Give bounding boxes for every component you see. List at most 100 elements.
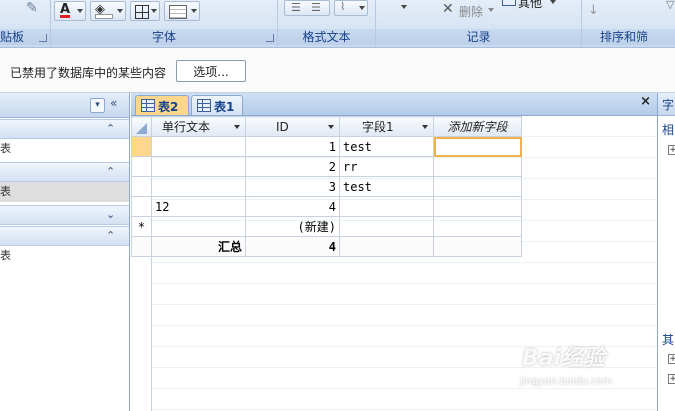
nav-group-header[interactable]: ⌄ <box>0 205 129 225</box>
tab-table1[interactable]: 表1 <box>191 95 243 115</box>
cell-id[interactable]: 1 <box>245 136 340 157</box>
record-selector[interactable] <box>131 156 152 177</box>
font-color-button[interactable]: A <box>54 1 86 21</box>
nav-collapse-icon[interactable]: « <box>110 96 117 110</box>
cell-add-field[interactable] <box>433 196 522 217</box>
highlight-button[interactable]: ⌇ <box>334 0 368 16</box>
cell-add-field[interactable] <box>433 176 522 197</box>
totals-cell[interactable] <box>339 236 434 257</box>
ribbon: ✎ 贴板 A ◈ 字体 ☰ ☰ ⌇ 格式文本 ✕ 删除 其他 记录 ↓ ▽ 排序… <box>0 0 675 48</box>
format-painter-icon[interactable]: ✎ <box>26 0 38 16</box>
field-list-title: 字 <box>662 98 675 112</box>
nav-item-table[interactable]: 表 <box>0 139 129 159</box>
column-header-add-new-field[interactable]: 添加新字段 <box>433 116 522 137</box>
table-icon <box>141 99 155 112</box>
select-all-icon <box>136 122 147 134</box>
close-document-icon[interactable]: × <box>640 94 651 109</box>
record-selector[interactable] <box>131 136 152 157</box>
baidu-watermark: Bai经验 jingyan.baidu.com <box>502 338 672 400</box>
table-row[interactable]: 12 4 <box>131 196 522 217</box>
other-label: 其他 <box>518 0 543 10</box>
cell-single-line-text[interactable] <box>151 216 246 237</box>
list-icon: ☰ <box>311 1 321 14</box>
chevron-down-icon <box>77 9 83 13</box>
column-header-id[interactable]: ID <box>245 116 340 137</box>
new-record-row[interactable]: * (新建) <box>131 216 522 237</box>
cell-id[interactable]: 2 <box>245 156 340 177</box>
cell-add-field[interactable] <box>433 156 522 177</box>
totals-id-count[interactable]: 4 <box>245 236 340 257</box>
highlight-icon: ⌇ <box>340 0 346 13</box>
cell-field1[interactable]: test <box>339 176 434 197</box>
font-launcher-icon[interactable] <box>266 34 274 42</box>
cell-field1[interactable] <box>339 196 434 217</box>
nav-item-label: 表 <box>0 185 11 198</box>
table-row[interactable]: 3 test <box>131 176 522 197</box>
rich-text-group: ☰ ☰ ⌇ 格式文本 <box>278 0 376 47</box>
table-row[interactable]: 1 test <box>131 136 522 157</box>
filter-icon[interactable]: ▽ <box>666 0 674 11</box>
clipboard-launcher-icon[interactable] <box>39 34 47 42</box>
new-record-marker[interactable]: * <box>131 216 152 237</box>
record-selector[interactable] <box>131 176 152 197</box>
cell-single-line-text[interactable]: 12 <box>151 196 246 217</box>
delete-x-icon: ✕ <box>442 1 454 17</box>
nav-item-table-selected[interactable]: 表 <box>0 182 129 202</box>
related-tables-label: 相 <box>662 123 675 137</box>
expand-down-icon: ⌄ <box>106 208 116 221</box>
nav-pane-header: ▾ « <box>0 93 129 118</box>
column-header-field1[interactable]: 字段1 <box>339 116 434 137</box>
totals-row[interactable]: 汇总 4 <box>131 236 522 257</box>
font-group: A ◈ 字体 <box>51 0 278 47</box>
fill-color-button[interactable]: ◈ <box>90 1 126 21</box>
totals-cell[interactable] <box>433 236 522 257</box>
gridlines-button[interactable] <box>130 1 160 21</box>
collapse-up-icon: ⌃ <box>106 165 116 178</box>
fill-color-swatch <box>95 14 113 19</box>
table-icon <box>502 0 516 6</box>
record-selector[interactable] <box>131 196 152 217</box>
records-group: ✕ 删除 其他 记录 <box>376 0 582 47</box>
alternate-row-color-button[interactable] <box>164 1 200 21</box>
nav-group-header[interactable]: ⌃ <box>0 119 129 139</box>
header-row: 单行文本 ID 字段1 添加新字段 <box>131 116 522 137</box>
chevron-down-icon[interactable] <box>401 5 407 9</box>
tab-table2[interactable]: 表2 <box>135 95 189 115</box>
clipboard-group: ✎ 贴板 <box>0 0 51 47</box>
cell-single-line-text[interactable] <box>151 156 246 177</box>
column-filter-dropdown-icon[interactable] <box>234 125 240 129</box>
column-filter-dropdown-icon[interactable] <box>422 125 428 129</box>
column-header-single-line-text[interactable]: 单行文本 <box>151 116 246 137</box>
message-bar: 已禁用了数据库中的某些内容 选项... <box>0 48 675 93</box>
column-filter-dropdown-icon[interactable] <box>328 125 334 129</box>
chevron-down-icon <box>151 9 157 13</box>
nav-group-header[interactable]: ⌃ <box>0 162 129 182</box>
chevron-down-icon <box>191 9 197 13</box>
records-group-label: 记录 <box>376 29 581 45</box>
indent-button[interactable]: ☰ ☰ <box>284 0 330 16</box>
nav-group-header[interactable]: ⌃ <box>0 226 129 246</box>
cell-add-field-active[interactable] <box>433 136 522 157</box>
cell-add-field[interactable] <box>433 216 522 237</box>
cell-id-new[interactable]: (新建) <box>245 216 340 237</box>
options-button[interactable]: 选项... <box>176 60 246 82</box>
cell-single-line-text[interactable] <box>151 136 246 157</box>
chevron-down-icon <box>117 9 123 13</box>
cell-field1[interactable] <box>339 216 434 237</box>
cell-field1[interactable]: rr <box>339 156 434 177</box>
table-row[interactable]: 2 rr <box>131 156 522 177</box>
watermark-logo: Bai经验 <box>522 346 606 371</box>
nav-menu-dropdown-icon[interactable]: ▾ <box>90 98 105 113</box>
nav-item-label: 表 <box>0 249 11 262</box>
sort-descending-icon[interactable]: ↓ <box>588 3 599 18</box>
nav-item-table[interactable]: 表 <box>0 246 129 266</box>
select-all-button[interactable] <box>131 116 152 137</box>
expand-plus-icon[interactable]: + <box>668 145 675 155</box>
font-group-label: 字体 <box>51 29 277 45</box>
cell-id[interactable]: 4 <box>245 196 340 217</box>
watermark-url: jingyan.baidu.com <box>520 376 613 387</box>
cell-single-line-text[interactable] <box>151 176 246 197</box>
rich-text-group-label: 格式文本 <box>278 29 375 45</box>
cell-id[interactable]: 3 <box>245 176 340 197</box>
cell-field1[interactable]: test <box>339 136 434 157</box>
